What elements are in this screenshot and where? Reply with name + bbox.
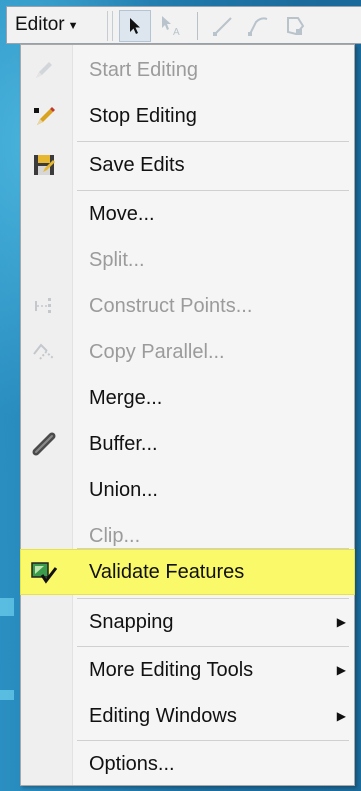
menu-item-merge[interactable]: Merge... xyxy=(21,375,354,421)
buffer-icon xyxy=(29,429,59,459)
menu-item-label: Start Editing xyxy=(89,58,198,81)
menu-item-label: Buffer... xyxy=(89,432,158,455)
straight-segment-icon xyxy=(213,17,232,36)
submenu-arrow-icon: ▶ xyxy=(336,615,346,629)
menu-item-union[interactable]: Union... xyxy=(21,467,354,513)
annotation-edit-tool-button[interactable]: A xyxy=(157,10,189,42)
editor-menu-label: Editor xyxy=(15,14,65,35)
menu-item-split[interactable]: Split... xyxy=(21,237,354,283)
menu-item-label: Split... xyxy=(89,248,145,271)
menu-item-options[interactable]: Options... xyxy=(21,741,354,787)
menu-item-move[interactable]: Move... xyxy=(21,191,354,237)
menu-item-construct-points[interactable]: Construct Points... xyxy=(21,283,354,329)
menu-item-copy-parallel[interactable]: Copy Parallel... xyxy=(21,329,354,375)
menu-item-label: More Editing Tools xyxy=(89,658,254,681)
trace-tool-button[interactable] xyxy=(243,10,275,42)
save-edits-icon xyxy=(29,150,59,180)
menu-item-buffer[interactable]: Buffer... xyxy=(21,421,354,467)
menu-item-label: Move... xyxy=(89,202,155,225)
menu-item-label: Construct Points... xyxy=(89,294,253,317)
menu-item-label: Clip... xyxy=(89,524,141,547)
start-editing-icon xyxy=(29,55,59,85)
pointer-arrow-icon xyxy=(130,18,140,34)
toolbar-grip[interactable] xyxy=(107,11,113,41)
menu-item-validate-features[interactable]: Validate Features xyxy=(20,549,355,595)
copy-parallel-icon xyxy=(29,337,59,367)
menu-item-label: Snapping xyxy=(89,610,174,633)
edit-tool-button[interactable] xyxy=(119,10,151,42)
menu-item-label: Stop Editing xyxy=(89,104,197,127)
annotation-edit-icon: A xyxy=(162,16,180,38)
submenu-arrow-icon: ▶ xyxy=(336,663,346,677)
stop-editing-icon xyxy=(29,101,59,131)
validate-features-icon xyxy=(29,558,59,588)
menu-item-editing-windows[interactable]: Editing Windows ▶ xyxy=(21,693,354,739)
submenu-arrow-icon: ▶ xyxy=(336,709,346,723)
menu-item-label: Union... xyxy=(89,478,158,501)
menu-item-start-editing[interactable]: Start Editing xyxy=(21,47,354,93)
straight-segment-tool-button[interactable] xyxy=(207,10,239,42)
menu-item-label: Editing Windows xyxy=(89,704,237,727)
background-streak xyxy=(0,598,14,616)
menu-item-label: Options... xyxy=(89,752,175,775)
menu-item-label: Validate Features xyxy=(89,560,245,583)
toolbar-separator xyxy=(197,12,198,40)
trace-icon xyxy=(248,17,268,36)
construct-points-icon xyxy=(29,291,59,321)
editor-menu-button[interactable]: Editor ▼ xyxy=(15,10,101,40)
menu-item-label: Merge... xyxy=(89,386,163,409)
svg-text:A: A xyxy=(173,27,180,38)
menu-item-label: Copy Parallel... xyxy=(89,340,225,363)
menu-item-stop-editing[interactable]: Stop Editing xyxy=(21,93,354,139)
edit-vertices-icon xyxy=(287,17,305,36)
editor-toolbar: Editor ▼ A xyxy=(6,6,361,44)
menu-item-save-edits[interactable]: Save Edits xyxy=(21,142,354,188)
background-streak xyxy=(0,690,14,700)
menu-item-snapping[interactable]: Snapping ▶ xyxy=(21,599,354,645)
menu-item-more-editing-tools[interactable]: More Editing Tools ▶ xyxy=(21,647,354,693)
chevron-down-icon: ▼ xyxy=(67,20,79,32)
edit-vertices-tool-button[interactable] xyxy=(279,10,311,42)
editor-dropdown-menu: Start Editing Stop Editing Save Edits Mo… xyxy=(20,44,355,786)
menu-item-label: Save Edits xyxy=(89,153,185,176)
